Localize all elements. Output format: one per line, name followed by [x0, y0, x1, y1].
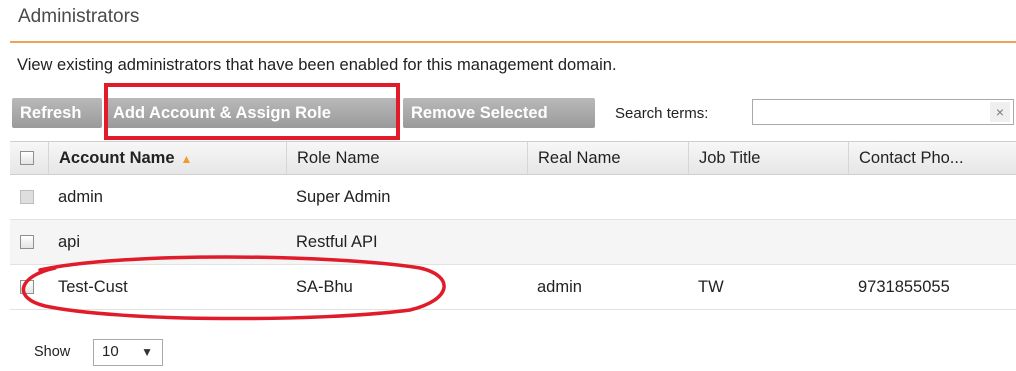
page-description: View existing administrators that have b…: [17, 56, 617, 74]
administrators-table: Account Name ▲ Role Name Real Name Job Ti…: [10, 141, 1016, 310]
role-name-cell: SA-Bhu: [296, 278, 353, 296]
select-all-cell: [10, 142, 48, 174]
column-header-role-name[interactable]: Role Name: [286, 142, 527, 174]
table-header: Account Name ▲ Role Name Real Name Job Ti…: [10, 141, 1016, 175]
role-name-cell: Restful API: [296, 233, 378, 251]
contact-phone-cell: [848, 175, 1016, 219]
column-header-contact-phone[interactable]: Contact Pho...: [848, 142, 1016, 174]
show-label: Show: [34, 344, 71, 360]
column-header-job-title[interactable]: Job Title: [688, 142, 848, 174]
job-title-cell: [688, 220, 848, 264]
row-checkbox[interactable]: [20, 235, 34, 249]
select-all-checkbox[interactable]: [20, 151, 34, 165]
column-header-label: Account Name: [59, 149, 175, 167]
contact-phone-cell: 9731855055: [858, 278, 950, 296]
account-name-cell: api: [58, 233, 81, 251]
role-name-cell: Super Admin: [296, 188, 391, 206]
chevron-down-icon: ▼: [141, 345, 153, 359]
refresh-button[interactable]: Refresh: [12, 98, 102, 128]
row-checkbox: [20, 190, 34, 204]
table-row[interactable]: admin Super Admin: [10, 175, 1016, 220]
search-label: Search terms:: [615, 105, 709, 122]
clear-search-icon[interactable]: ×: [990, 102, 1010, 122]
sort-ascending-icon: ▲: [180, 152, 193, 166]
search-input[interactable]: [752, 99, 1014, 125]
highlight-rectangle: [104, 83, 400, 140]
row-checkbox[interactable]: [20, 280, 34, 294]
contact-phone-cell: [848, 220, 1016, 264]
real-name-cell: [527, 220, 688, 264]
remove-selected-button[interactable]: Remove Selected: [403, 98, 595, 128]
real-name-cell: [527, 175, 688, 219]
real-name-cell: admin: [537, 278, 582, 296]
page-size-value: 10: [102, 343, 119, 360]
table-row[interactable]: Test-Cust SA-Bhu admin TW 9731855055: [10, 265, 1016, 310]
job-title-cell: [688, 175, 848, 219]
title-divider: [10, 41, 1016, 43]
job-title-cell: TW: [698, 278, 724, 296]
account-name-cell: Test-Cust: [58, 278, 128, 296]
account-name-cell: admin: [58, 188, 103, 206]
page-size-select[interactable]: 10 ▼: [93, 339, 163, 366]
column-header-account-name[interactable]: Account Name ▲: [48, 142, 286, 174]
table-row[interactable]: api Restful API: [10, 220, 1016, 265]
column-header-real-name[interactable]: Real Name: [527, 142, 688, 174]
page-title: Administrators: [18, 6, 140, 27]
